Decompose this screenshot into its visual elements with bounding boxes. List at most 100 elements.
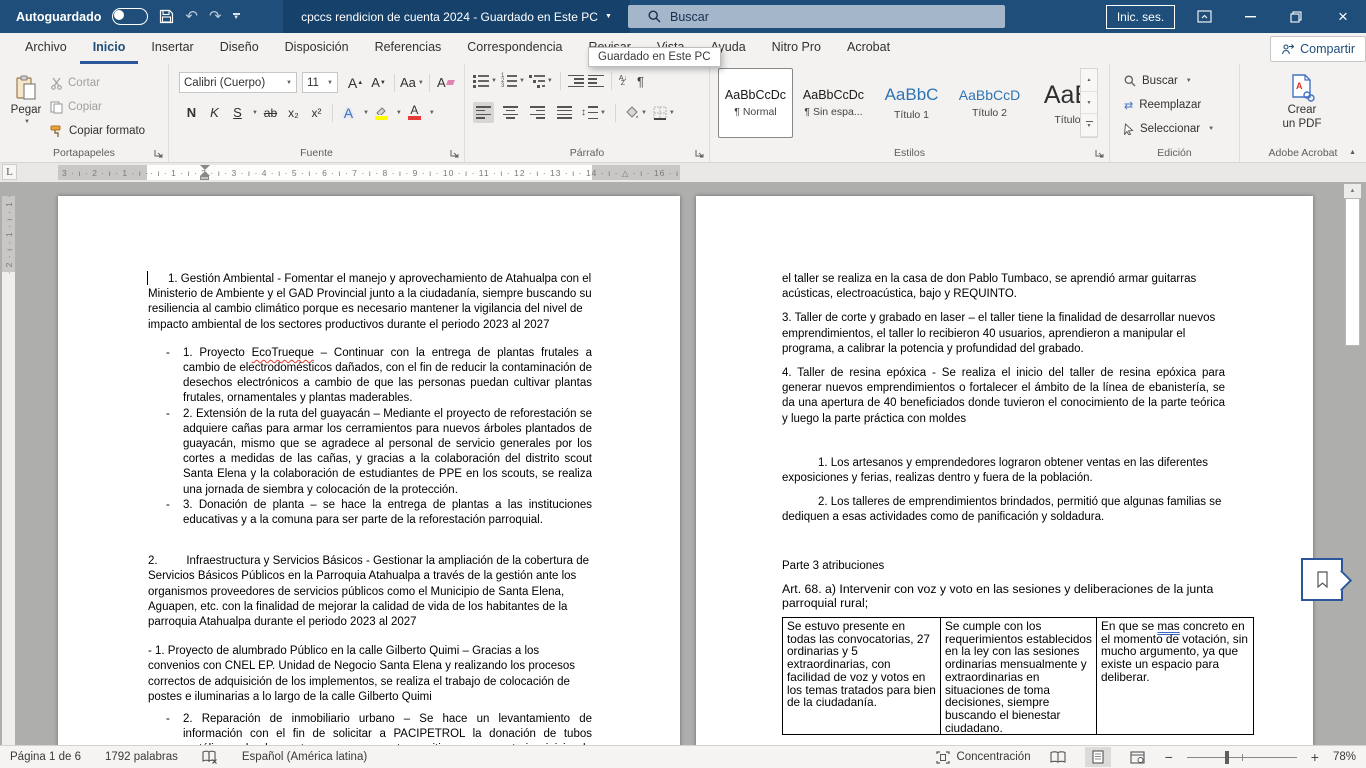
tab-nitro-pro[interactable]: Nitro Pro bbox=[759, 33, 834, 64]
shading-button[interactable]: ▼ bbox=[625, 106, 647, 119]
replace-button[interactable]: ⇄ Reemplazar bbox=[1124, 94, 1201, 116]
quick-access-more-icon[interactable]: ▼ bbox=[233, 13, 240, 20]
undo-icon[interactable]: ↶ bbox=[185, 9, 198, 24]
bold-button[interactable]: N bbox=[181, 102, 202, 123]
ribbon-display-options-icon[interactable] bbox=[1182, 0, 1226, 33]
increase-indent-button[interactable] bbox=[588, 75, 604, 88]
sign-in-button[interactable]: Inic. ses. bbox=[1106, 5, 1175, 29]
redo-icon[interactable]: ↷ bbox=[209, 9, 222, 24]
vertical-scrollbar[interactable]: ▲ bbox=[1344, 182, 1361, 745]
grow-font-button[interactable]: A▲ bbox=[345, 72, 366, 93]
text-effects-button[interactable]: A bbox=[338, 102, 359, 123]
italic-button[interactable]: K bbox=[204, 102, 225, 123]
multilevel-list-button[interactable]: ▼ bbox=[529, 75, 553, 88]
tab-referencias[interactable]: Referencias bbox=[362, 33, 455, 64]
document-canvas[interactable]: · 2 · ı · 1 · ı · 1 · 1. Gestión Ambient… bbox=[0, 182, 1366, 745]
align-center-button[interactable] bbox=[500, 102, 521, 123]
scrollbar-thumb[interactable] bbox=[1345, 198, 1360, 346]
tab-archivo[interactable]: Archivo bbox=[12, 33, 80, 64]
styles-scroll-up-icon[interactable]: ▲ bbox=[1081, 69, 1097, 92]
chevron-down-icon[interactable]: ▼ bbox=[252, 110, 258, 116]
paste-button[interactable]: Pegar ▼ bbox=[6, 69, 46, 153]
borders-button[interactable]: ▼ bbox=[653, 106, 675, 120]
styles-scroll-down-icon[interactable]: ▼ bbox=[1081, 92, 1097, 115]
bookmark-button[interactable] bbox=[1301, 558, 1343, 601]
chevron-down-icon[interactable]: ▼ bbox=[363, 110, 369, 116]
web-layout-button[interactable] bbox=[1125, 747, 1151, 767]
tab-insertar[interactable]: Insertar bbox=[138, 33, 206, 64]
zoom-level[interactable]: 78% bbox=[1333, 751, 1356, 763]
styles-more-icon[interactable]: ▼ bbox=[1081, 114, 1097, 137]
zoom-in-icon[interactable]: + bbox=[1311, 749, 1319, 765]
read-mode-button[interactable] bbox=[1045, 747, 1071, 767]
page-indicator[interactable]: Página 1 de 6 bbox=[10, 751, 81, 763]
autosave-toggle[interactable] bbox=[112, 8, 148, 25]
clear-formatting-button[interactable]: A bbox=[435, 72, 456, 93]
find-button[interactable]: Buscar ▼ bbox=[1124, 70, 1192, 92]
tab-correspondencia[interactable]: Correspondencia bbox=[454, 33, 575, 64]
zoom-slider-thumb[interactable] bbox=[1225, 751, 1229, 764]
horizontal-ruler[interactable]: 3 · ı · 2 · ı · 1 · ı · · ı · 1 · ı · 2 … bbox=[58, 165, 680, 180]
show-marks-button[interactable]: ¶ bbox=[637, 74, 644, 89]
superscript-button[interactable]: x² bbox=[306, 102, 327, 123]
align-right-button[interactable] bbox=[527, 102, 548, 123]
chevron-down-icon[interactable]: ▼ bbox=[429, 110, 435, 116]
font-size-select[interactable]: 11▼ bbox=[302, 72, 338, 93]
style-heading-1[interactable]: AaBbC Título 1 bbox=[874, 68, 949, 138]
font-color-button[interactable]: A bbox=[404, 102, 425, 123]
decrease-indent-button[interactable] bbox=[568, 75, 584, 88]
dialog-launcher-icon[interactable] bbox=[450, 149, 459, 158]
copy-button[interactable]: Copiar bbox=[50, 96, 102, 118]
style-no-spacing[interactable]: AaBbCcDc ¶ Sin espa... bbox=[796, 68, 871, 138]
proofing-icon[interactable] bbox=[202, 750, 218, 764]
collapse-ribbon-icon[interactable]: ▲ bbox=[1349, 149, 1356, 156]
style-normal[interactable]: AaBbCcDc ¶ Normal bbox=[718, 68, 793, 138]
focus-button[interactable]: Concentración bbox=[936, 751, 1030, 764]
restore-icon[interactable] bbox=[1274, 0, 1318, 33]
language-indicator[interactable]: Español (América latina) bbox=[242, 751, 367, 763]
cut-button[interactable]: Cortar bbox=[50, 72, 100, 94]
search-input[interactable]: Buscar bbox=[628, 5, 1005, 28]
tab-disposicion[interactable]: Disposición bbox=[272, 33, 362, 64]
strikethrough-button[interactable]: ab bbox=[260, 102, 281, 123]
share-button[interactable]: Compartir bbox=[1270, 36, 1366, 62]
highlight-button[interactable] bbox=[371, 102, 392, 123]
page-1[interactable]: 1. Gestión Ambiental - Fomentar el manej… bbox=[58, 196, 680, 745]
tab-inicio[interactable]: Inicio bbox=[80, 33, 139, 64]
justify-button[interactable] bbox=[554, 102, 575, 123]
dialog-launcher-icon[interactable] bbox=[1095, 149, 1104, 158]
chevron-down-icon[interactable]: ▼ bbox=[396, 110, 402, 116]
save-icon[interactable] bbox=[159, 9, 174, 24]
page-2[interactable]: el taller se realiza en la casa de don P… bbox=[696, 196, 1313, 745]
paste-icon bbox=[15, 75, 37, 101]
underline-button[interactable]: S bbox=[227, 102, 248, 123]
word-count[interactable]: 1792 palabras bbox=[105, 751, 178, 763]
align-left-button[interactable] bbox=[473, 102, 494, 123]
select-button[interactable]: Seleccionar ▼ bbox=[1124, 118, 1214, 140]
numbering-button[interactable]: 123 ▼ bbox=[501, 75, 525, 88]
subscript-button[interactable]: x₂ bbox=[283, 102, 304, 123]
indent-marker[interactable] bbox=[200, 165, 209, 180]
document-title[interactable]: cpccs rendicion de cuenta 2024 - Guardad… bbox=[283, 0, 630, 33]
print-layout-button[interactable] bbox=[1085, 747, 1111, 767]
bullets-button[interactable]: ▼ bbox=[473, 75, 497, 88]
tab-diseno[interactable]: Diseño bbox=[207, 33, 272, 64]
minimize-icon[interactable] bbox=[1228, 0, 1272, 33]
tab-acrobat[interactable]: Acrobat bbox=[834, 33, 903, 64]
change-case-button[interactable]: Aa▼ bbox=[400, 72, 424, 93]
style-heading-2[interactable]: AaBbCcD Título 2 bbox=[952, 68, 1027, 138]
close-icon[interactable]: × bbox=[1320, 0, 1366, 33]
shrink-font-button[interactable]: A▼ bbox=[368, 72, 389, 93]
dialog-launcher-icon[interactable] bbox=[154, 149, 163, 158]
create-pdf-button[interactable]: A Crear un PDF bbox=[1258, 70, 1346, 150]
font-family-select[interactable]: Calibri (Cuerpo)▼ bbox=[179, 72, 297, 93]
scroll-up-icon[interactable]: ▲ bbox=[1344, 184, 1361, 198]
tab-stop-selector[interactable]: L bbox=[2, 164, 17, 180]
line-spacing-button[interactable]: ↕ ▼ bbox=[581, 106, 606, 119]
dialog-launcher-icon[interactable] bbox=[695, 149, 704, 158]
vertical-ruler[interactable]: · 2 · ı · 1 · ı · 1 · bbox=[2, 196, 15, 745]
zoom-out-icon[interactable]: − bbox=[1165, 749, 1173, 765]
zoom-slider[interactable] bbox=[1187, 747, 1297, 767]
format-painter-button[interactable]: Copiar formato bbox=[50, 120, 145, 142]
sort-button[interactable]: A↓Z bbox=[619, 76, 627, 86]
